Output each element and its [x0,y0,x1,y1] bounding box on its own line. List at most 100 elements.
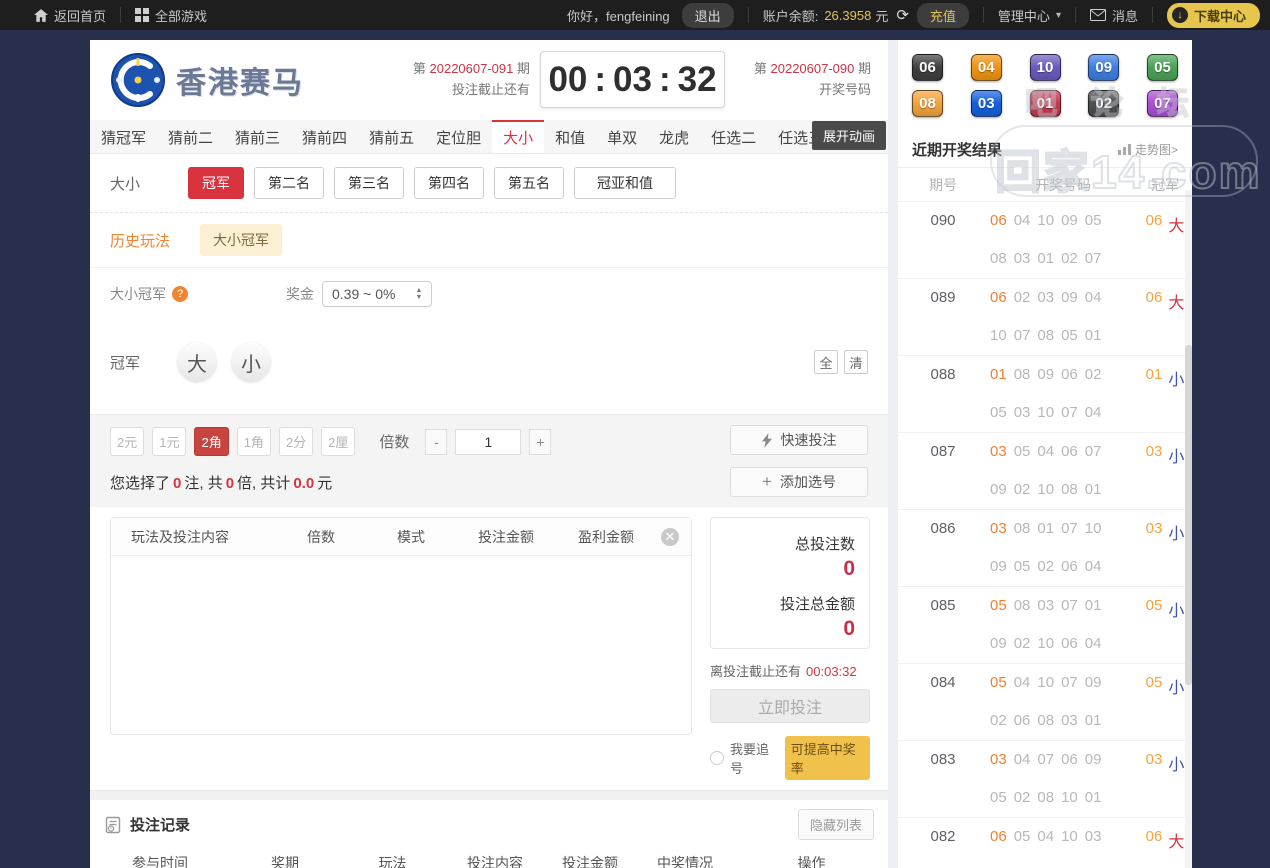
quick-bet-label: 快速投注 [780,432,837,448]
multiplier-input[interactable] [455,428,522,455]
quick-bet-button[interactable]: 快速投注 [730,425,868,455]
back-home-link[interactable]: 返回首页 [34,6,106,25]
multiplier-plus-button[interactable]: + [529,428,552,455]
position-button-第二名[interactable]: 第二名 [254,167,324,199]
close-icon[interactable]: ✕ [661,527,679,546]
result-number: 06 [990,212,1007,229]
option-小[interactable]: 小 [232,343,270,381]
issue-suffix: 期 [516,61,530,76]
game-title: 香港赛马 [176,67,304,100]
result-number: 05 [1084,212,1102,229]
records-column-header: 中奖情况 [657,854,713,868]
messages-link[interactable]: 消息 [1089,6,1138,25]
topbar-divider [1151,7,1153,23]
denom-chip-1元[interactable]: 1元 [152,427,187,456]
download-center-button[interactable]: ↓ 下载中心 [1166,2,1260,28]
tab-猜冠军[interactable]: 猜冠军 [90,120,157,153]
recharge-button[interactable]: 充值 [916,2,969,28]
result-line2: 05 03 10 07 04 [990,394,1138,432]
countdown-hours: 00 [548,59,588,99]
expand-animation-button[interactable]: 展开动画 [811,121,886,150]
result-issue: 090 [930,212,956,229]
denom-chip-2分[interactable]: 2分 [278,427,314,456]
tab-和值[interactable]: 和值 [544,120,596,153]
position-buttons: 冠军 第二名 第三名 第四名 第五名 冠亚和值 [188,167,676,199]
bet-slip-card: 玩法及投注内容 倍数 模式 投注金额 盈利金额 ✕ [110,517,692,735]
result-numbers: 03 05 04 06 07 09 02 10 08 01 [988,433,1138,509]
history-tag-button[interactable]: 大小冠军 [200,224,283,256]
help-icon[interactable]: ? [172,286,188,302]
denom-chip-2元[interactable]: 2元 [110,427,145,456]
bet-now-button[interactable]: 立即投注 [710,689,870,723]
result-row: 083 03 04 07 06 09 05 02 08 10 01 03 小 [898,741,1192,818]
option-大[interactable]: 大 [178,343,216,381]
add-selection-label: 添加选号 [779,474,836,490]
logout-button[interactable]: 退出 [681,2,734,28]
result-row: 086 03 08 01 07 10 09 05 02 06 04 03 小 [898,510,1192,587]
chevron-down-icon: ▾ [1055,9,1061,21]
chart-icon [1117,144,1131,155]
hide-list-button[interactable]: 隐藏列表 [797,809,874,840]
result-number: 07 [1061,404,1078,421]
denom-chip-1角[interactable]: 1角 [236,427,271,456]
tab-定位胆[interactable]: 定位胆 [425,120,492,153]
position-button-冠军[interactable]: 冠军 [188,167,244,199]
summary-total-amount: 0.0 [293,475,315,492]
result-number: 08 [990,250,1007,267]
tab-任选二[interactable]: 任选二 [700,120,767,153]
denom-chip-2角[interactable]: 2角 [194,427,229,456]
main-panel: 香港赛马 第 20220607-091 期 投注截止还有 00:03:32 第 … [90,40,888,868]
position-button-第四名[interactable]: 第四名 [414,167,484,199]
all-games-link[interactable]: 全部游戏 [135,6,207,25]
panel-gap [888,40,898,868]
tab-单双[interactable]: 单双 [596,120,648,153]
champion-number: 06 [1145,212,1163,229]
page-background: 香港赛马 第 20220607-091 期 投注截止还有 00:03:32 第 … [0,30,1270,868]
result-number: 07 [1084,443,1102,460]
stepper-arrows-icon: ▲ ▼ [415,287,423,301]
sidebar-scrollbar[interactable] [1185,190,1192,868]
result-number: 07 [1061,674,1078,691]
position-button-第三名[interactable]: 第三名 [334,167,404,199]
champion-size: 大 [1168,834,1185,851]
denom-chip-2厘[interactable]: 2厘 [321,427,356,456]
countdown-colon: : [658,59,671,99]
refresh-balance-icon[interactable]: ⟳ [896,6,909,24]
draw-ball-01: 01 [1029,90,1061,117]
select-all-button[interactable]: 全 [814,350,838,374]
countdown-minutes: 03 [613,59,652,99]
issue-prefix: 第 [412,61,426,76]
mini-buttons: 全 清 [814,350,868,374]
multiplier-minus-button[interactable]: - [425,428,448,455]
tab-猜前五[interactable]: 猜前五 [358,120,425,153]
tab-猜前二[interactable]: 猜前二 [157,120,224,153]
result-number: 05 [990,404,1007,421]
pick-row: 冠军 大小 全 清 [90,316,888,414]
tab-大小[interactable]: 大小 [492,120,545,153]
chase-radio[interactable] [710,751,724,765]
result-champion: 06 大 [1138,202,1192,278]
site-logo: 香港赛马 [110,52,304,108]
add-selection-button[interactable]: + 添加选号 [730,467,868,497]
result-champion: 03 小 [1138,433,1192,509]
admin-center-menu[interactable]: 管理中心 ▾ [998,6,1061,25]
tab-猜前三[interactable]: 猜前三 [224,120,291,153]
mail-icon [1089,9,1106,21]
messages-label: 消息 [1111,8,1138,24]
result-number: 08 [1013,520,1031,537]
topbar-divider [120,7,122,23]
trend-chart-link[interactable]: 走势图> [1117,141,1178,158]
tab-猜前四[interactable]: 猜前四 [291,120,358,153]
sidebar-column-header: 期号 [929,176,957,193]
scrollbar-thumb[interactable] [1185,345,1192,685]
tab-龙虎[interactable]: 龙虎 [648,120,700,153]
position-button-第五名[interactable]: 第五名 [494,167,564,199]
slip-column-header: 盈利金额 [578,528,634,545]
slip-column-header: 玩法及投注内容 [131,528,229,545]
result-row: 087 03 05 04 06 07 09 02 10 08 01 03 小 [898,433,1192,510]
records-column-header: 操作 [797,854,826,868]
position-button-冠亚和值[interactable]: 冠亚和值 [574,167,676,199]
result-number: 05 [990,789,1007,806]
clear-button[interactable]: 清 [844,350,868,374]
prize-select[interactable]: 0.39 ~ 0% ▲ ▼ [322,281,433,307]
